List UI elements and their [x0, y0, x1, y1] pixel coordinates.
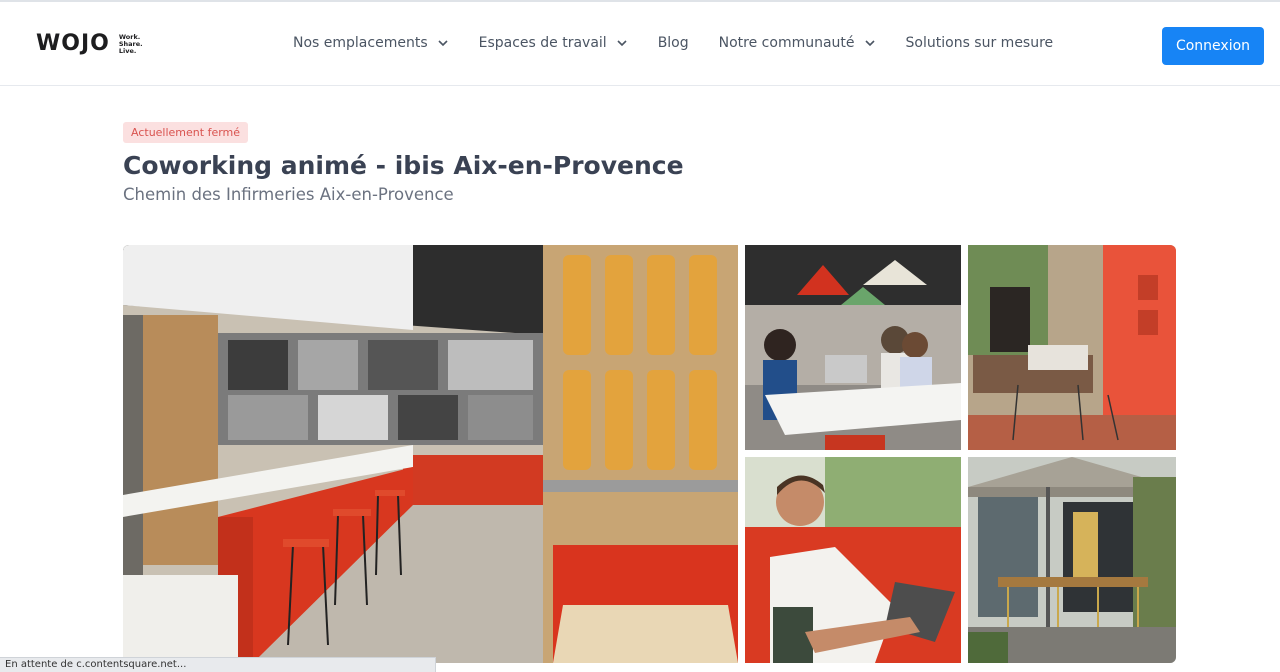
- nav-label: Notre communauté: [718, 35, 855, 51]
- main-nav: Nos emplacements Espaces de travail Blog…: [293, 35, 1083, 51]
- nav-item-blog[interactable]: Blog: [658, 35, 689, 51]
- logo-tagline: Work. Share. Live.: [118, 33, 143, 55]
- status-badge: Actuellement fermé: [123, 122, 249, 143]
- nav-item-espaces[interactable]: Espaces de travail: [479, 35, 628, 51]
- nav-label: Espaces de travail: [478, 35, 607, 51]
- logo-tagline-3: Live.: [118, 46, 137, 55]
- nav-label: Blog: [657, 35, 689, 51]
- gallery-photo-3[interactable]: [968, 245, 1176, 450]
- terrace-image: [968, 457, 1176, 663]
- chevron-down-icon: [864, 40, 875, 47]
- gallery-photo-4[interactable]: [745, 457, 961, 663]
- lounge-image: [968, 245, 1176, 450]
- photo-gallery: [123, 245, 1176, 663]
- site-header: WOJO Work. Share. Live. Nos emplacements…: [0, 0, 1280, 86]
- nav-item-communaute[interactable]: Notre communauté: [719, 35, 876, 51]
- browser-status-bar: En attente de c.contentsquare.net...: [0, 657, 436, 672]
- page-title: Coworking animé - ibis Aix-en-Provence: [123, 151, 684, 180]
- chevron-down-icon: [438, 40, 448, 47]
- meeting-table-image: [745, 245, 961, 450]
- gallery-photo-5[interactable]: [968, 457, 1176, 663]
- nav-item-emplacements[interactable]: Nos emplacements: [293, 35, 449, 51]
- nav-item-solutions[interactable]: Solutions sur mesure: [906, 35, 1054, 51]
- coworking-bar-image: [123, 245, 738, 663]
- gallery-photo-main[interactable]: [123, 245, 738, 663]
- address-text: Chemin des Infirmeries Aix-en-Provence: [123, 185, 454, 204]
- logo-word: WOJO: [36, 31, 110, 56]
- login-button[interactable]: Connexion: [1162, 27, 1264, 65]
- chevron-down-icon: [617, 40, 627, 47]
- gallery-photo-2[interactable]: [745, 245, 961, 450]
- nav-label: Solutions sur mesure: [905, 35, 1054, 51]
- wojo-logo[interactable]: WOJO Work. Share. Live.: [36, 32, 143, 56]
- man-laptop-image: [745, 457, 961, 663]
- nav-label: Nos emplacements: [293, 35, 428, 51]
